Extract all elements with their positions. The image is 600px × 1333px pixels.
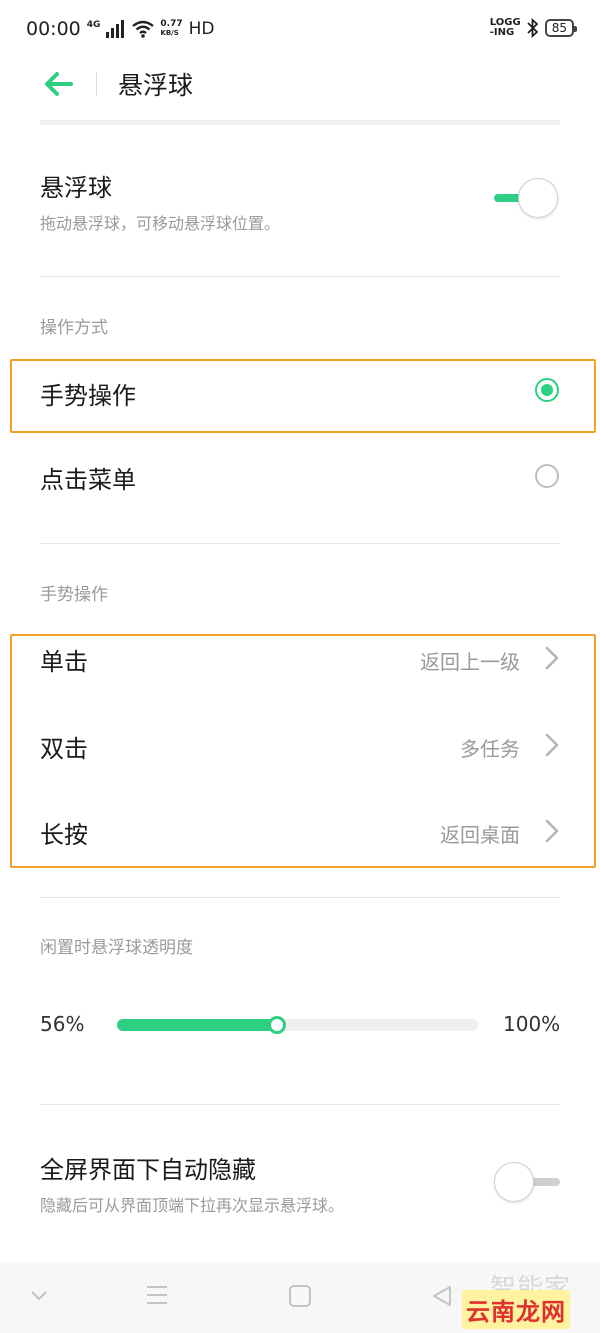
opacity-slider[interactable] [117,1016,478,1034]
option-menu-label: 点击菜单 [40,466,136,494]
logging-bottom: -ING [489,27,515,38]
speed-unit: KB/S [160,29,179,37]
home-square-icon[interactable] [288,1284,312,1308]
auto-hide-subtitle: 隐藏后可从界面顶端下拉再次显示悬浮球。 [40,1196,345,1215]
opacity-slider-thumb[interactable] [268,1016,286,1034]
floating-ball-title: 悬浮球 [40,174,112,202]
opacity-max-label: 100% [503,1012,561,1036]
floating-ball-toggle[interactable] [494,178,560,218]
status-right: LOGG -ING 85 [490,18,578,38]
floating-ball-subtitle: 拖动悬浮球，可移动悬浮球位置。 [40,214,281,233]
status-bar: 00:00 4G 0.77 KB/S HD LOGG -ING 85 [0,0,600,60]
watermark: 智能家 云南龙网 [462,1268,592,1329]
arrow-left-icon [45,72,73,96]
auto-hide-title: 全屏界面下自动隐藏 [40,1156,256,1184]
back-triangle-icon[interactable] [430,1284,454,1308]
gestures-label: 手势操作 [40,585,108,605]
back-button[interactable] [40,66,76,102]
menu-icon[interactable] [145,1284,169,1306]
opacity-slider-fill [117,1019,283,1031]
idle-opacity-label: 闲置时悬浮球透明度 [40,938,193,958]
gesture-option-highlight [10,359,596,433]
section-divider [40,543,560,544]
option-menu-row[interactable]: 点击菜单 [0,446,600,510]
toggle-knob [518,178,558,218]
section-divider [40,897,560,898]
header-divider [96,72,97,96]
app-header: 悬浮球 [0,60,600,108]
hd-indicator: HD [188,19,215,39]
network-speed: 0.77 KB/S [160,20,182,38]
cellular-signal-icon [106,20,125,38]
wifi-icon [132,20,155,38]
header-shadow-rule [40,120,560,125]
opacity-min-label: 56% [40,1012,85,1036]
status-time: 00:00 [26,18,81,40]
bluetooth-icon [527,18,539,38]
section-divider [40,1104,560,1105]
watermark-bottom: 云南龙网 [462,1290,570,1329]
auto-hide-row[interactable]: 全屏界面下自动隐藏 隐藏后可从界面顶端下拉再次显示悬浮球。 [0,1150,600,1240]
floating-ball-row[interactable]: 悬浮球 拖动悬浮球，可移动悬浮球位置。 [0,160,600,260]
status-left: 00:00 4G 0.77 KB/S HD [26,18,215,40]
gestures-highlight [10,634,596,868]
speed-value: 0.77 [160,19,183,29]
toggle-knob [494,1162,534,1202]
option-menu-radio[interactable] [535,464,559,488]
operation-mode-label: 操作方式 [40,318,108,338]
network-type: 4G [86,19,101,30]
chevron-down-icon[interactable] [30,1290,48,1302]
battery-indicator: 85 [544,19,578,37]
logging-indicator: LOGG -ING [490,18,521,38]
section-divider [40,276,560,277]
auto-hide-toggle[interactable] [494,1162,560,1202]
page-title: 悬浮球 [118,71,194,100]
